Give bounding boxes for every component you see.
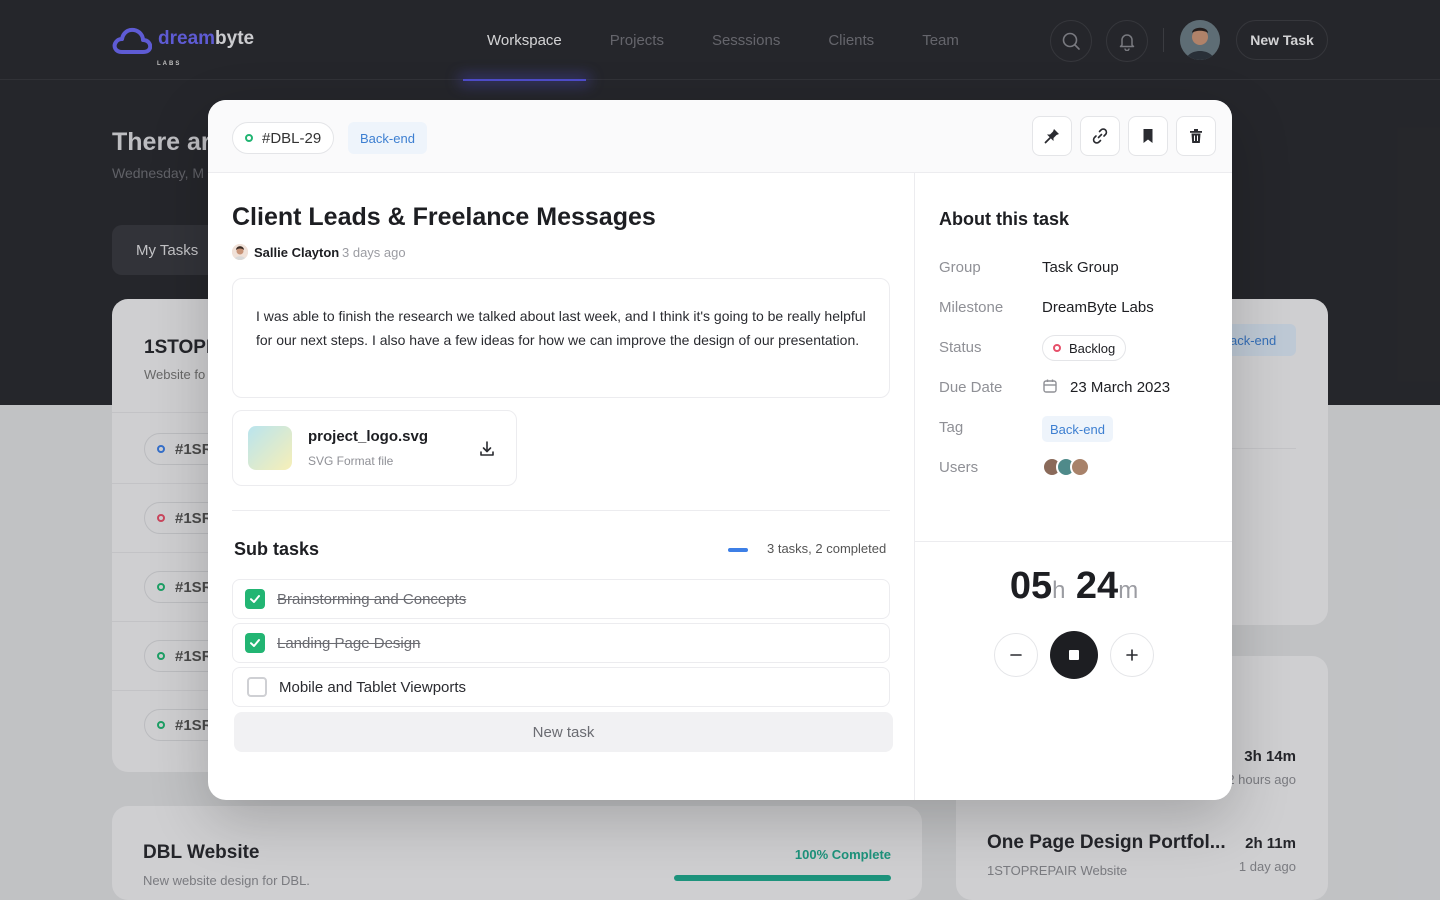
file-thumbnail — [248, 426, 292, 470]
timer-hours: 05 — [1009, 565, 1053, 607]
subtasks-summary: 3 tasks, 2 completed — [767, 541, 887, 556]
milestone-value[interactable]: DreamByte Labs — [1042, 299, 1154, 316]
users-label: Users — [939, 459, 979, 476]
timer-hours-unit: h — [1052, 577, 1066, 604]
timer-minutes-unit: m — [1118, 577, 1139, 604]
subtask-label: Landing Page Design — [277, 634, 421, 652]
task-main-panel: Client Leads & Freelance Messages Sallie… — [208, 173, 914, 800]
subtask-item[interactable]: Brainstorming and Concepts — [232, 579, 890, 619]
add-subtask-button[interactable]: New task — [234, 712, 893, 752]
task-info-panel: About this task Group Task Group Milesto… — [914, 173, 1232, 800]
subtask-checkbox[interactable] — [247, 677, 267, 697]
bookmark-button[interactable] — [1128, 116, 1168, 156]
task-title: Client Leads & Freelance Messages — [232, 203, 656, 231]
status-dot-icon — [1053, 344, 1061, 352]
timer-minutes: 24 — [1075, 565, 1119, 607]
about-heading: About this task — [939, 209, 1070, 229]
subtask-checkbox[interactable] — [245, 589, 265, 609]
copy-link-button[interactable] — [1080, 116, 1120, 156]
calendar-icon — [1043, 379, 1057, 393]
stop-timer-button[interactable] — [1050, 631, 1098, 679]
created-time-ago: 3 days ago — [342, 245, 406, 260]
task-tag: Back-end — [348, 122, 427, 154]
subtask-label: Brainstorming and Concepts — [277, 590, 467, 608]
status-dot-icon — [245, 134, 253, 142]
pin-button[interactable] — [1032, 116, 1072, 156]
delete-button[interactable] — [1176, 116, 1216, 156]
subtask-label: Mobile and Tablet Viewports — [279, 678, 467, 696]
stop-icon — [1069, 650, 1079, 660]
group-value[interactable]: Task Group — [1042, 259, 1119, 276]
panel-divider — [915, 541, 1232, 542]
task-id: #DBL-29 — [262, 129, 322, 147]
file-type: SVG Format file — [308, 454, 394, 468]
time-tracker: 05h 24m — [915, 565, 1232, 608]
modal-header: #DBL-29 Back-end — [208, 100, 1232, 173]
assigned-users[interactable] — [1042, 457, 1090, 477]
status-label: Status — [939, 339, 982, 356]
increase-time-button[interactable] — [1110, 633, 1154, 677]
subtask-checkbox[interactable] — [245, 633, 265, 653]
pin-icon — [1044, 129, 1059, 144]
due-date-value[interactable]: 23 March 2023 — [1070, 379, 1170, 396]
tag-label: Tag — [939, 419, 964, 436]
check-icon — [250, 595, 260, 603]
bookmark-icon — [1143, 129, 1153, 143]
subtask-item[interactable]: Mobile and Tablet Viewports — [232, 667, 890, 707]
tag-value[interactable]: Back-end — [1042, 416, 1113, 442]
group-label: Group — [939, 259, 981, 276]
author-name[interactable]: Sallie Clayton — [254, 245, 339, 260]
milestone-label: Milestone — [939, 299, 1004, 316]
section-divider — [232, 510, 890, 511]
author-avatar — [232, 244, 248, 260]
file-name: project_logo.svg — [308, 428, 429, 445]
user-avatar — [1070, 457, 1090, 477]
author-avatar-image — [232, 244, 248, 260]
minus-icon — [1010, 654, 1022, 656]
attachment-card[interactable]: project_logo.svg SVG Format file — [232, 410, 517, 486]
task-id-badge: #DBL-29 — [232, 122, 335, 154]
subtasks-heading: Sub tasks — [234, 539, 320, 559]
task-description: I was able to finish the research we tal… — [232, 278, 890, 398]
task-detail-modal: #DBL-29 Back-end Client Leads & Freelanc… — [208, 100, 1232, 800]
trash-icon — [1190, 129, 1202, 143]
status-value: Backlog — [1069, 340, 1116, 356]
download-icon[interactable] — [477, 439, 497, 459]
due-date-label: Due Date — [939, 379, 1003, 396]
subtasks-progress-indicator — [728, 548, 748, 552]
plus-icon — [1126, 649, 1138, 661]
link-icon — [1092, 128, 1108, 144]
subtask-item[interactable]: Landing Page Design — [232, 623, 890, 663]
status-badge[interactable]: Backlog — [1042, 335, 1127, 361]
check-icon — [250, 639, 260, 647]
decrease-time-button[interactable] — [994, 633, 1038, 677]
